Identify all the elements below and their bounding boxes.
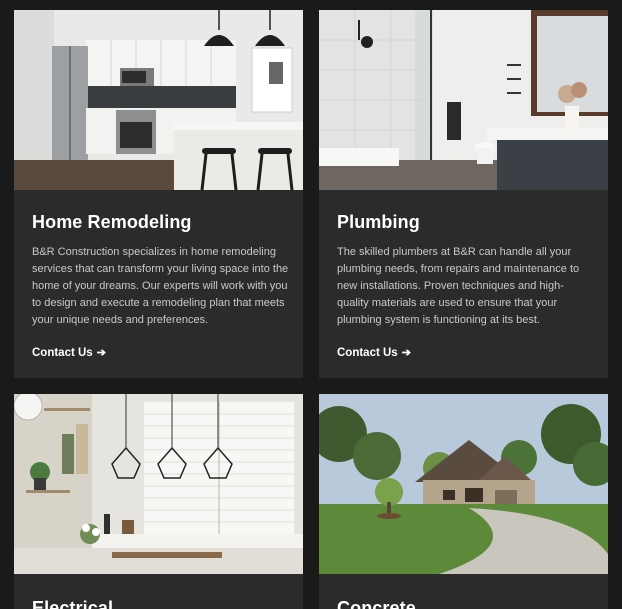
service-card-plumbing: Plumbing The skilled plumbers at B&R can… xyxy=(319,10,608,378)
card-title: Home Remodeling xyxy=(32,212,192,232)
services-grid: Home Remodeling B&R Construction special… xyxy=(14,10,608,609)
pendant-lights-photo xyxy=(14,394,303,574)
contact-us-label: Contact Us xyxy=(32,346,93,359)
contact-us-link[interactable]: Contact Us ➔ xyxy=(337,346,411,360)
card-body: Electrical xyxy=(14,596,303,609)
card-title: Concrete xyxy=(337,598,416,609)
arrow-right-icon: ➔ xyxy=(401,347,411,359)
contact-us-label: Contact Us xyxy=(337,346,398,359)
card-body: Home Remodeling B&R Construction special… xyxy=(14,210,303,361)
card-title: Electrical xyxy=(32,598,114,609)
service-card-electrical: Electrical xyxy=(14,394,303,609)
service-card-concrete: Concrete xyxy=(319,394,608,609)
card-body: Plumbing The skilled plumbers at B&R can… xyxy=(319,210,608,361)
arrow-right-icon: ➔ xyxy=(96,347,106,359)
card-title: Plumbing xyxy=(337,212,420,232)
card-description: B&R Construction specializes in home rem… xyxy=(32,246,289,326)
card-body: Concrete xyxy=(319,596,608,609)
service-card-home-remodeling: Home Remodeling B&R Construction special… xyxy=(14,10,303,378)
kitchen-photo xyxy=(14,10,303,190)
page: Home Remodeling B&R Construction special… xyxy=(0,0,622,609)
contact-us-link[interactable]: Contact Us ➔ xyxy=(32,346,106,360)
card-description: The skilled plumbers at B&R can handle a… xyxy=(337,246,580,326)
bathroom-photo xyxy=(319,10,608,190)
house-driveway-photo xyxy=(319,394,608,574)
